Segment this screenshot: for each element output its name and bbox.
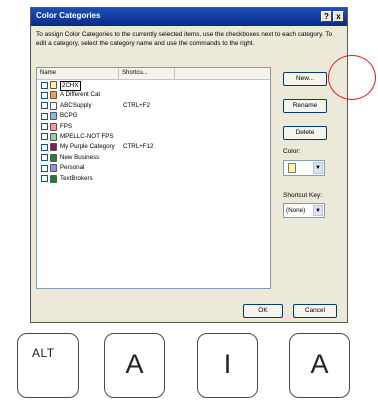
color-swatch xyxy=(50,164,57,173)
category-checkbox[interactable] xyxy=(41,133,48,141)
list-item[interactable]: Personal xyxy=(37,163,270,173)
color-picker-dropdown[interactable]: ▼ xyxy=(283,160,325,176)
color-swatch xyxy=(50,122,57,131)
help-button[interactable]: ? xyxy=(321,11,332,22)
category-checkbox[interactable] xyxy=(41,175,48,183)
category-checkbox[interactable] xyxy=(41,164,48,172)
a-key-label: A xyxy=(125,349,144,379)
category-shortcut: CTRL+F2 xyxy=(123,101,150,109)
list-header: Name Shortcu... xyxy=(37,68,270,80)
selected-color-swatch xyxy=(288,163,296,173)
color-swatch xyxy=(50,132,57,141)
category-checkbox[interactable] xyxy=(41,143,48,151)
category-shortcut: CTRL+F12 xyxy=(123,143,154,151)
shortcut-key-select[interactable]: (None) ▼ xyxy=(283,203,325,218)
color-swatch xyxy=(50,81,57,89)
shortcut-key-label: Shortcut Key: xyxy=(283,192,323,199)
delete-button[interactable]: Delete xyxy=(283,126,327,140)
color-swatch xyxy=(50,112,57,121)
color-swatch xyxy=(50,153,57,162)
alt-key-label: ALT xyxy=(32,346,55,360)
chevron-down-icon[interactable]: ▼ xyxy=(313,162,323,174)
category-name: Personal xyxy=(60,164,85,172)
a-key-cap-second: A xyxy=(289,333,350,398)
color-swatch xyxy=(50,174,57,183)
i-key-label: I xyxy=(223,349,232,379)
close-button[interactable]: x xyxy=(333,11,344,22)
category-name: A Different Cat xyxy=(60,91,101,99)
alt-key-cap: ALT xyxy=(17,333,79,398)
category-name-edit[interactable]: 2CHX xyxy=(60,80,81,91)
category-rows: 2CHX A Different Cat ABCSupply CTRL+F2 B… xyxy=(37,80,270,184)
list-item[interactable]: TextBrokers xyxy=(37,174,270,184)
category-checkbox[interactable] xyxy=(41,112,48,120)
title-bar[interactable]: Color Categories ? x xyxy=(31,8,347,26)
list-item[interactable]: MPELLC-NOT FPS xyxy=(37,132,270,142)
rename-button[interactable]: Rename xyxy=(283,99,327,113)
category-name: FPS xyxy=(60,122,73,130)
list-item[interactable]: FPS xyxy=(37,122,270,132)
category-checkbox[interactable] xyxy=(41,123,48,131)
list-item[interactable]: BCPG xyxy=(37,111,270,121)
list-item[interactable]: 2CHX xyxy=(37,80,270,91)
category-checkbox[interactable] xyxy=(41,81,48,89)
color-swatch xyxy=(50,91,57,100)
instructions-text: To assign Color Categories to the curren… xyxy=(36,31,333,47)
category-name: My Purple Category xyxy=(60,143,115,151)
category-list[interactable]: Name Shortcu... 2CHX A Different Cat ABC… xyxy=(36,67,271,289)
category-checkbox[interactable] xyxy=(41,91,48,99)
category-name: TextBrokers xyxy=(60,174,93,182)
new-category-button[interactable]: New... xyxy=(283,72,327,86)
chevron-down-icon[interactable]: ▼ xyxy=(313,205,323,216)
list-item[interactable]: My Purple Category CTRL+F12 xyxy=(37,142,270,152)
a-key-label-second: A xyxy=(310,349,329,379)
cancel-button[interactable]: Cancel xyxy=(293,304,337,318)
list-item[interactable]: New Business xyxy=(37,153,270,163)
color-categories-dialog: Color Categories ? x To assign Color Cat… xyxy=(30,7,348,323)
color-swatch xyxy=(50,101,57,110)
category-name: ABCSupply xyxy=(60,101,92,109)
dialog-title: Color Categories xyxy=(36,11,101,20)
list-item[interactable]: ABCSupply CTRL+F2 xyxy=(37,101,270,111)
category-name: New Business xyxy=(60,153,100,161)
color-swatch xyxy=(50,143,57,152)
shortcut-key-value: (None) xyxy=(286,207,306,214)
highlight-circle-annotation xyxy=(328,55,376,100)
i-key-cap: I xyxy=(197,333,258,398)
category-name: BCPG xyxy=(60,112,78,120)
ok-button[interactable]: OK xyxy=(243,304,283,318)
color-label: Color: xyxy=(283,148,301,155)
a-key-cap: A xyxy=(104,333,165,398)
category-name: MPELLC-NOT FPS xyxy=(60,132,114,140)
column-header-shortcut[interactable]: Shortcu... xyxy=(119,68,175,79)
list-item[interactable]: A Different Cat xyxy=(37,90,270,100)
category-checkbox[interactable] xyxy=(41,102,48,110)
category-checkbox[interactable] xyxy=(41,154,48,162)
column-header-name[interactable]: Name xyxy=(37,68,119,79)
